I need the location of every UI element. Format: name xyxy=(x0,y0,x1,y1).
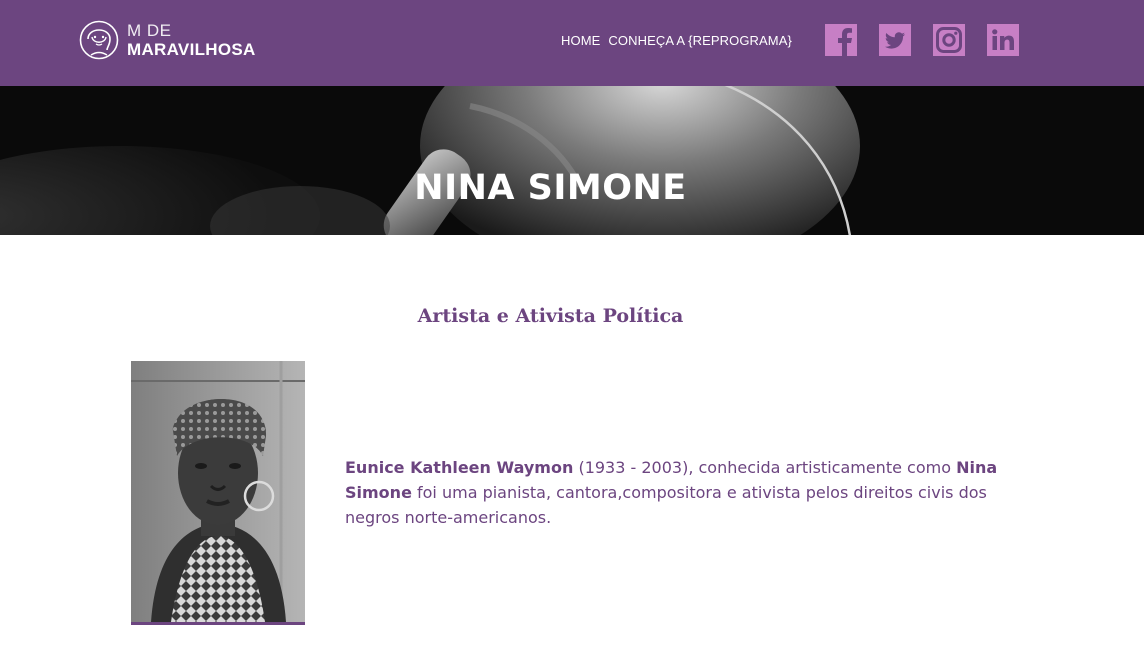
instagram-icon[interactable] xyxy=(933,24,965,56)
bio-description: foi uma pianista, cantora,compositora e … xyxy=(345,483,987,527)
page-subtitle: Artista e Ativista Política xyxy=(417,305,684,327)
nav-link-home[interactable]: HOME xyxy=(561,33,600,48)
portrait-photo xyxy=(131,361,305,622)
portrait-image xyxy=(131,361,305,625)
logo-text-line1: M DE xyxy=(127,21,172,40)
facebook-icon[interactable] xyxy=(825,24,857,56)
linkedin-icon[interactable] xyxy=(987,24,1019,56)
biography-text: Eunice Kathleen Waymon (1933 - 2003), co… xyxy=(345,455,1020,530)
bio-years: (1933 - 2003), conhecida artisticamente … xyxy=(573,458,957,477)
top-navigation-bar: M DE MARAVILHOSA HOME CONHEÇA A {REPROGR… xyxy=(0,0,1144,86)
bio-full-name: Eunice Kathleen Waymon xyxy=(345,458,574,477)
site-logo[interactable]: M DE MARAVILHOSA xyxy=(79,17,256,63)
nav-link-reprograma[interactable]: CONHEÇA A {REPROGRAMA} xyxy=(608,33,792,48)
social-links xyxy=(825,24,1019,56)
main-nav: HOME CONHEÇA A {REPROGRAMA} xyxy=(561,33,792,48)
hero-banner: NINA SIMONE xyxy=(0,86,1144,235)
hero-background-image xyxy=(0,86,1144,235)
hero-title: NINA SIMONE xyxy=(414,168,687,208)
logo-face-icon xyxy=(79,20,119,60)
logo-text-line2: MARAVILHOSA xyxy=(127,40,256,59)
twitter-icon[interactable] xyxy=(879,24,911,56)
